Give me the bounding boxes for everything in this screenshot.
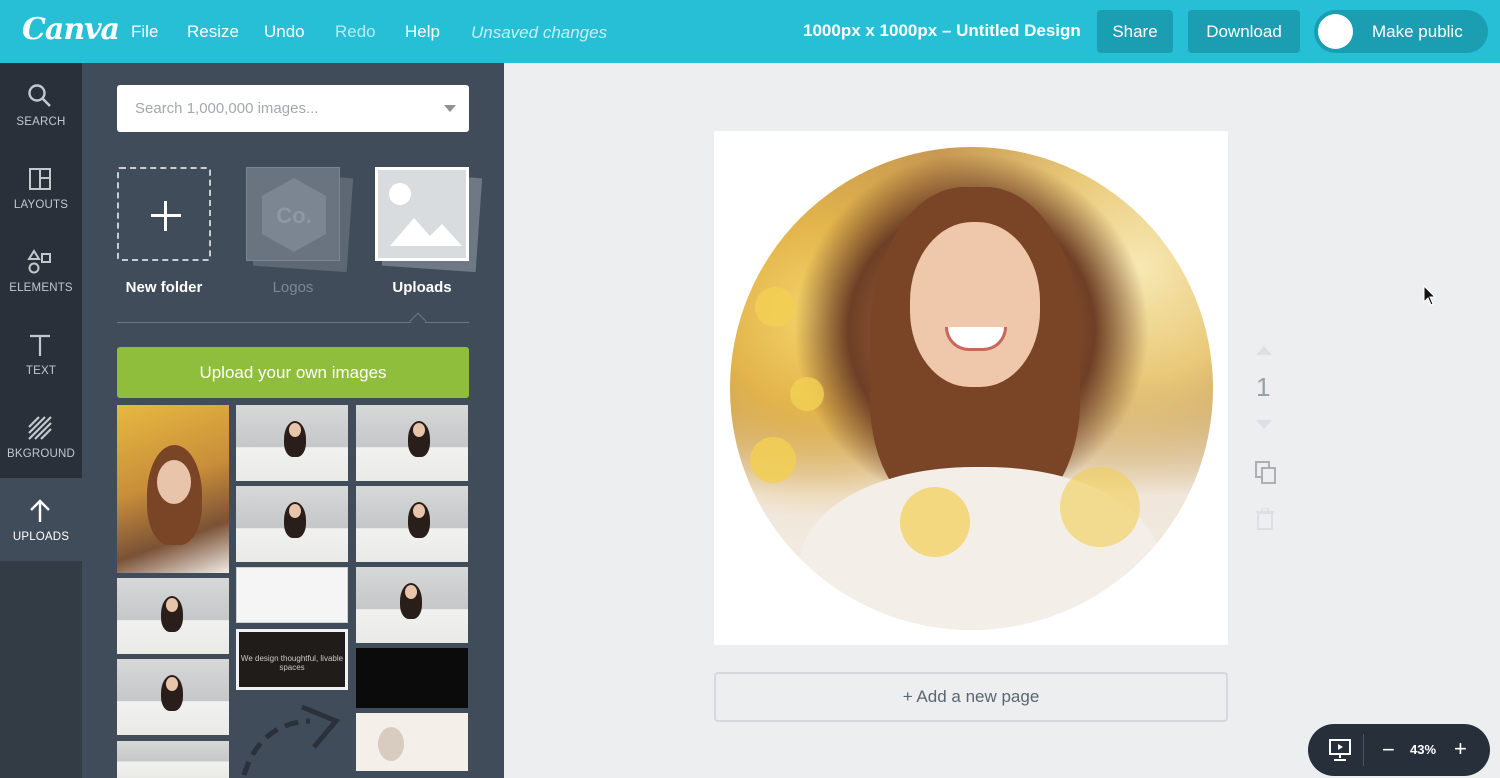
menu-undo[interactable]: Undo bbox=[264, 22, 305, 42]
rail-label-search: SEARCH bbox=[16, 116, 66, 128]
blossom bbox=[1060, 467, 1140, 547]
upload-thumb[interactable] bbox=[236, 405, 348, 481]
zoom-divider bbox=[1363, 734, 1364, 766]
document-title[interactable]: 1000px x 1000px – Untitled Design bbox=[803, 21, 1081, 41]
rail-bottom-area bbox=[0, 561, 82, 778]
search-placeholder: Search 1,000,000 images... bbox=[135, 100, 319, 117]
blossom bbox=[755, 287, 795, 327]
upload-thumb[interactable] bbox=[356, 567, 468, 643]
tool-rail: SEARCH LAYOUTS ELEMENTS TEXT BKGROUND UP… bbox=[0, 63, 82, 778]
selection-notch bbox=[409, 312, 427, 330]
rail-label-background: BKGROUND bbox=[6, 448, 76, 460]
uploads-panel: Search 1,000,000 images... New folder Co… bbox=[82, 63, 504, 778]
chevron-down-icon[interactable] bbox=[444, 105, 456, 112]
layouts-icon bbox=[29, 168, 51, 190]
thumb-face bbox=[289, 504, 301, 518]
download-button[interactable]: Download bbox=[1188, 10, 1300, 53]
move-page-up-icon[interactable] bbox=[1256, 346, 1272, 355]
toggle-knob bbox=[1318, 14, 1353, 49]
add-new-page-button[interactable]: + Add a new page bbox=[714, 672, 1228, 722]
share-button[interactable]: Share bbox=[1097, 10, 1173, 53]
rail-item-uploads[interactable]: UPLOADS bbox=[0, 478, 82, 561]
zoom-level[interactable]: 43% bbox=[1410, 742, 1436, 757]
upload-thumb[interactable] bbox=[117, 659, 229, 735]
canva-logo[interactable]: Canva bbox=[22, 12, 120, 47]
thumb-face bbox=[378, 727, 404, 761]
delete-page-icon[interactable] bbox=[1256, 508, 1274, 530]
rail-label-uploads: UPLOADS bbox=[12, 531, 70, 543]
duplicate-page-icon[interactable] bbox=[1254, 460, 1278, 486]
menu-resize[interactable]: Resize bbox=[187, 22, 239, 42]
upload-thumb[interactable] bbox=[117, 405, 229, 573]
rail-item-background[interactable]: BKGROUND bbox=[0, 395, 82, 478]
plus-icon-stem bbox=[164, 201, 167, 231]
move-page-down-icon[interactable] bbox=[1256, 420, 1272, 429]
blossom bbox=[750, 437, 796, 483]
upload-thumb[interactable] bbox=[356, 405, 468, 481]
upload-thumb[interactable] bbox=[356, 486, 468, 562]
thumb-face bbox=[157, 460, 191, 504]
rail-label-layouts: LAYOUTS bbox=[13, 199, 69, 211]
rail-item-elements[interactable]: ELEMENTS bbox=[0, 229, 82, 312]
background-icon bbox=[28, 416, 52, 440]
save-status: Unsaved changes bbox=[471, 23, 608, 42]
menu-help[interactable]: Help bbox=[405, 22, 440, 42]
rail-label-elements: ELEMENTS bbox=[9, 282, 73, 294]
rail-item-text[interactable]: TEXT bbox=[0, 312, 82, 395]
thumb-caption: We design thoughtful, livable spaces bbox=[240, 654, 344, 672]
logos-label: Logos bbox=[272, 279, 314, 296]
upload-thumb[interactable] bbox=[117, 578, 229, 654]
portrait-face bbox=[910, 222, 1040, 387]
logo-placeholder-text: Co. bbox=[276, 203, 311, 228]
zoom-in-button[interactable]: + bbox=[1454, 736, 1467, 762]
menu-redo[interactable]: Redo bbox=[335, 22, 376, 42]
loading-arc-icon bbox=[241, 704, 341, 776]
search-icon bbox=[28, 84, 51, 107]
elements-icon bbox=[27, 249, 51, 274]
folder-stack-front bbox=[375, 167, 469, 261]
thumb-face bbox=[405, 585, 417, 599]
page-number: 1 bbox=[1256, 372, 1271, 402]
uploads-label: Uploads bbox=[392, 279, 452, 296]
upload-thumb[interactable]: We design thoughtful, livable spaces bbox=[236, 629, 348, 690]
make-public-toggle[interactable]: Make public bbox=[1314, 10, 1488, 53]
circular-portrait-image[interactable] bbox=[730, 147, 1213, 630]
thumb-face bbox=[166, 598, 178, 612]
image-placeholder-icon bbox=[389, 183, 462, 246]
thumb-face bbox=[166, 677, 178, 691]
hexagon-logo-icon: Co. bbox=[262, 178, 326, 252]
design-page[interactable] bbox=[714, 131, 1228, 645]
thumb-face bbox=[289, 423, 301, 437]
text-icon bbox=[30, 334, 50, 356]
rail-item-layouts[interactable]: LAYOUTS bbox=[0, 146, 82, 229]
upload-thumb[interactable] bbox=[236, 486, 348, 562]
folder-stack-front: Co. bbox=[246, 167, 340, 261]
upload-arrow-icon bbox=[30, 499, 50, 522]
new-folder-label: New folder bbox=[125, 279, 203, 296]
make-public-label: Make public bbox=[1372, 22, 1463, 41]
blossom bbox=[790, 377, 824, 411]
new-folder-box bbox=[117, 167, 211, 261]
blossom bbox=[900, 487, 970, 557]
image-search-input[interactable]: Search 1,000,000 images... bbox=[117, 85, 469, 132]
mouse-cursor-icon bbox=[1423, 285, 1437, 306]
zoom-out-button[interactable]: − bbox=[1382, 737, 1395, 763]
menu-file[interactable]: File bbox=[131, 22, 158, 42]
zoom-controls: − 43% + bbox=[1308, 724, 1490, 776]
upload-thumb[interactable] bbox=[356, 713, 468, 771]
thumb-face bbox=[413, 423, 425, 437]
top-bar: Canva File Resize Undo Redo Help Unsaved… bbox=[0, 0, 1500, 63]
upload-thumb[interactable] bbox=[356, 648, 468, 708]
rail-item-search[interactable]: SEARCH bbox=[0, 63, 82, 146]
upload-thumb[interactable] bbox=[117, 741, 229, 778]
thumb-face bbox=[413, 504, 425, 518]
present-icon[interactable] bbox=[1328, 738, 1352, 762]
rail-label-text: TEXT bbox=[25, 365, 57, 377]
upload-thumb[interactable] bbox=[236, 567, 348, 623]
upload-images-button[interactable]: Upload your own images bbox=[117, 347, 469, 398]
